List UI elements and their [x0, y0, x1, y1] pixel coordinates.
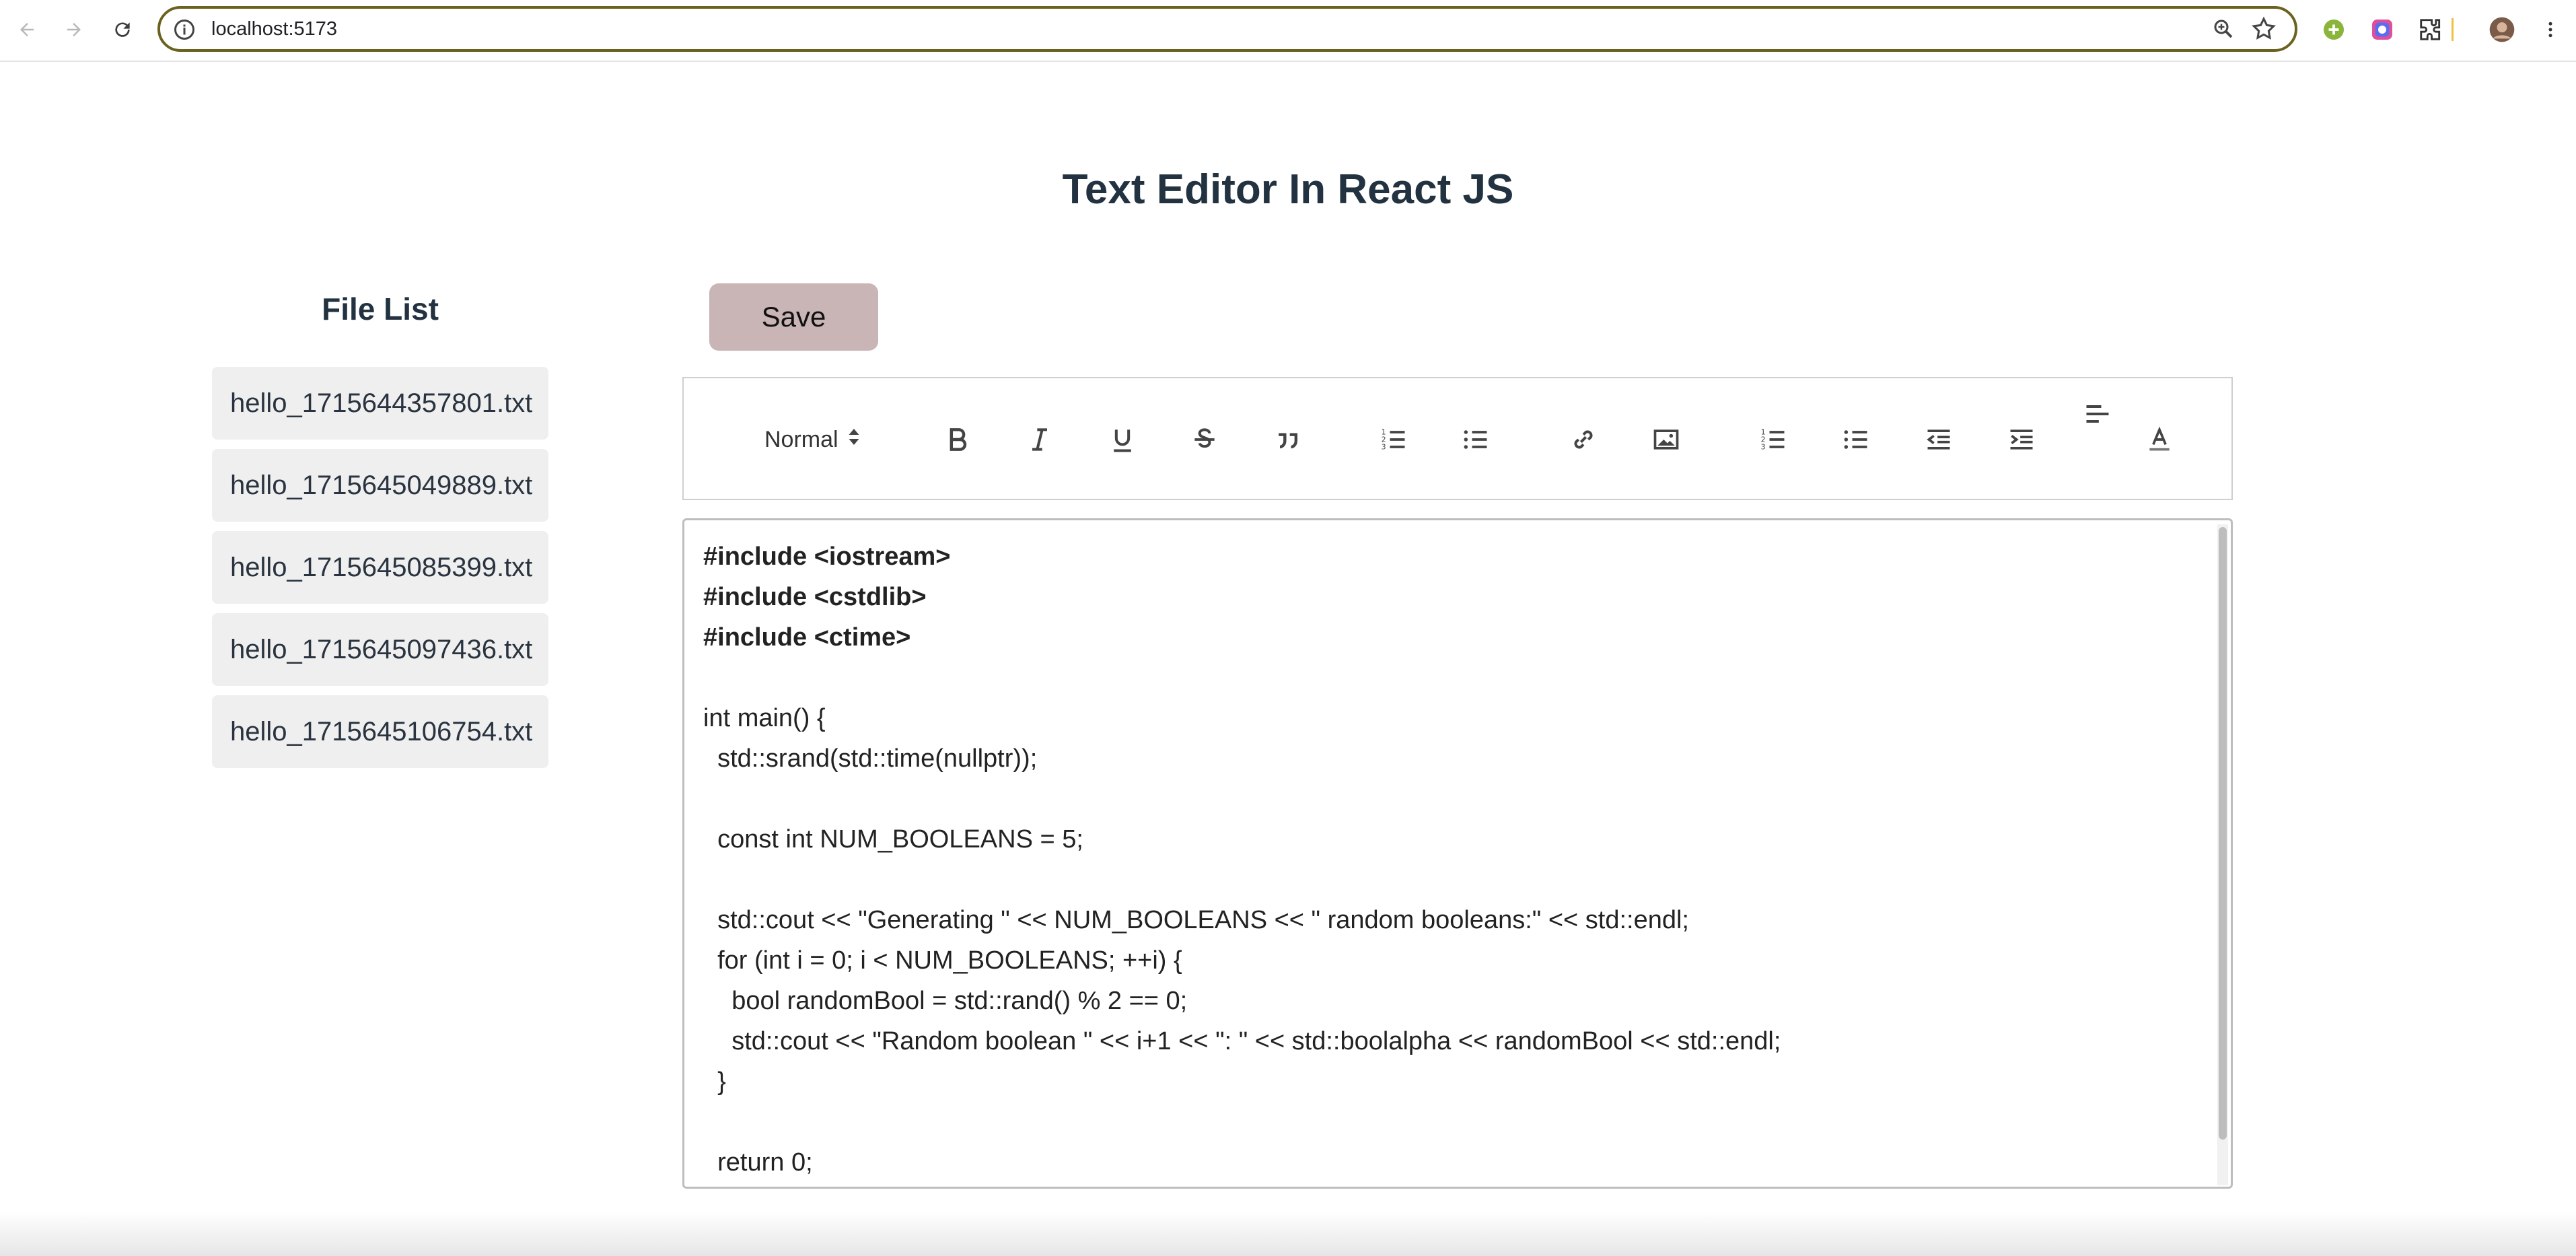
ordered-list-icon[interactable]: 123: [1752, 419, 1794, 460]
blockquote-icon[interactable]: [1266, 419, 1308, 460]
code-line: return 0;: [703, 1148, 813, 1177]
editor-scrollbar[interactable]: [2217, 524, 2228, 1185]
code-line: std::cout << "Random boolean " << i+1 <<…: [703, 1027, 1781, 1055]
header-format-select[interactable]: Normal: [764, 419, 879, 460]
back-icon[interactable]: [11, 13, 43, 46]
code-line: bool randomBool = std::rand() % 2 == 0;: [703, 987, 1188, 1015]
code-line: std::srand(std::time(nullptr));: [703, 744, 1038, 773]
code-line: #include <cstdlib>: [703, 583, 927, 611]
select-arrows-icon: [848, 427, 860, 453]
bullet-list-icon[interactable]: [1455, 419, 1497, 460]
editor-content[interactable]: #include <iostream> #include <cstdlib> #…: [682, 518, 2233, 1189]
site-info-icon[interactable]: [172, 18, 196, 45]
bookmark-star-icon[interactable]: [2250, 15, 2277, 46]
code-line: #include <ctime>: [703, 623, 911, 652]
page-title: Text Editor In React JS: [1062, 166, 1514, 213]
code-line: const int NUM_BOOLEANS = 5;: [703, 825, 1083, 853]
file-item[interactable]: hello_1715645106754.txt: [212, 695, 548, 768]
header-format-label: Normal: [764, 426, 838, 452]
menu-icon[interactable]: [2534, 13, 2567, 46]
file-list: hello_1715644357801.txt hello_1715645049…: [212, 367, 548, 777]
url-text[interactable]: localhost:5173: [211, 18, 337, 40]
code-text[interactable]: #include <iostream> #include <cstdlib> #…: [703, 536, 2204, 1183]
address-bar[interactable]: localhost:5173: [157, 6, 2297, 52]
extension-green-icon[interactable]: [2318, 13, 2350, 46]
editor-toolbar: Normal 123 123: [682, 377, 2233, 500]
svg-text:3: 3: [1382, 443, 1386, 452]
file-list-title: File List: [322, 291, 439, 326]
bold-icon[interactable]: [937, 419, 978, 460]
scrollbar-thumb[interactable]: [2219, 527, 2227, 1140]
code-line: int main() {: [703, 704, 826, 732]
align-icon[interactable]: [2077, 393, 2118, 435]
ordered-list-icon[interactable]: 123: [1373, 419, 1415, 460]
file-item[interactable]: hello_1715644357801.txt: [212, 367, 548, 440]
italic-icon[interactable]: [1019, 419, 1061, 460]
link-icon[interactable]: [1563, 419, 1604, 460]
browser-chrome: localhost:5173: [0, 0, 2576, 62]
image-icon[interactable]: [1645, 419, 1687, 460]
code-line: for (int i = 0; i < NUM_BOOLEANS; ++i) {: [703, 946, 1182, 975]
svg-text:3: 3: [1761, 443, 1766, 452]
indent-icon[interactable]: [2001, 419, 2042, 460]
forward-icon[interactable]: [58, 13, 90, 46]
toolbar-divider: [2449, 13, 2455, 46]
file-item[interactable]: hello_1715645097436.txt: [212, 613, 548, 686]
file-item[interactable]: hello_1715645085399.txt: [212, 531, 548, 604]
code-line: }: [703, 1068, 726, 1096]
extensions-puzzle-icon[interactable]: [2414, 13, 2447, 46]
reload-icon[interactable]: [106, 13, 139, 46]
underline-icon[interactable]: [1102, 419, 1143, 460]
extension-color-icon[interactable]: [2366, 13, 2398, 46]
page-bottom-shadow: [0, 1212, 2576, 1256]
text-color-icon[interactable]: [2139, 419, 2180, 460]
zoom-icon[interactable]: [2211, 17, 2235, 44]
file-item[interactable]: hello_1715645049889.txt: [212, 449, 548, 522]
profile-avatar[interactable]: [2486, 13, 2518, 46]
save-button[interactable]: Save: [709, 283, 878, 351]
code-line: std::cout << "Generating " << NUM_BOOLEA…: [703, 906, 1689, 934]
strike-icon[interactable]: [1184, 419, 1225, 460]
bullet-list-icon[interactable]: [1835, 419, 1877, 460]
code-line: #include <iostream>: [703, 543, 951, 571]
outdent-icon[interactable]: [1918, 419, 1960, 460]
